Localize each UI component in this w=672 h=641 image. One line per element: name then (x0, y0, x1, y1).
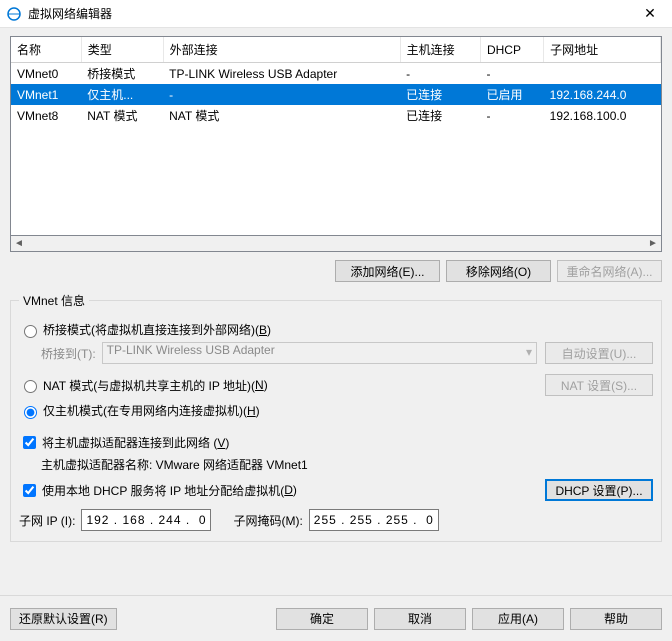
title-bar: 虚拟网络编辑器 ✕ (0, 0, 672, 28)
column-header[interactable]: 名称 (11, 37, 81, 63)
vmnet-info-legend: VMnet 信息 (19, 292, 89, 309)
table-cell (544, 63, 661, 85)
column-header[interactable]: DHCP (480, 37, 543, 63)
add-network-button[interactable]: 添加网络(E)... (335, 260, 440, 282)
network-table[interactable]: 名称类型外部连接主机连接DHCP子网地址 VMnet0桥接模式TP-LINK W… (10, 36, 662, 236)
column-header[interactable]: 类型 (81, 37, 163, 63)
table-cell: - (400, 63, 480, 85)
subnet-ip-label: 子网 IP (I): (19, 512, 75, 529)
table-cell: 仅主机... (81, 84, 163, 105)
dhcp-settings-button[interactable]: DHCP 设置(P)... (545, 479, 653, 501)
table-cell: 已连接 (400, 84, 480, 105)
column-header[interactable]: 外部连接 (163, 37, 400, 63)
table-row[interactable]: VMnet1仅主机...-已连接已启用192.168.244.0 (11, 84, 661, 105)
table-cell: NAT 模式 (81, 105, 163, 126)
table-cell: VMnet1 (11, 84, 81, 105)
table-cell: TP-LINK Wireless USB Adapter (163, 63, 400, 85)
app-icon (6, 6, 22, 22)
table-cell: VMnet0 (11, 63, 81, 85)
table-cell: 192.168.100.0 (544, 105, 661, 126)
subnet-mask-input[interactable] (309, 509, 439, 531)
nat-settings-button: NAT 设置(S)... (545, 374, 653, 396)
connect-host-adapter-checkbox[interactable]: 将主机虚拟适配器连接到此网络 (V) (19, 433, 229, 452)
rename-network-button: 重命名网络(A)... (557, 260, 662, 282)
nat-mode-radio[interactable]: NAT 模式(与虚拟机共享主机的 IP 地址)(N) (19, 377, 537, 394)
horizontal-scrollbar[interactable]: ◄ ► (10, 236, 662, 252)
subnet-mask-label: 子网掩码(M): (233, 512, 302, 529)
table-cell: - (480, 63, 543, 85)
table-row[interactable]: VMnet0桥接模式TP-LINK Wireless USB Adapter-- (11, 63, 661, 85)
bottom-button-bar: 还原默认设置(R) 确定 取消 应用(A) 帮助 (0, 595, 672, 641)
table-cell: 192.168.244.0 (544, 84, 661, 105)
table-cell: 桥接模式 (81, 63, 163, 85)
close-button[interactable]: ✕ (628, 0, 672, 28)
scroll-right-icon[interactable]: ► (645, 236, 661, 252)
table-cell: 已启用 (480, 84, 543, 105)
column-header[interactable]: 子网地址 (544, 37, 661, 63)
apply-button[interactable]: 应用(A) (472, 608, 564, 630)
ok-button[interactable]: 确定 (276, 608, 368, 630)
bridge-adapter-combo: TP-LINK Wireless USB Adapter (102, 342, 537, 364)
cancel-button[interactable]: 取消 (374, 608, 466, 630)
host-only-radio[interactable]: 仅主机模式(在专用网络内连接虚拟机)(H) (19, 402, 260, 419)
column-header[interactable]: 主机连接 (400, 37, 480, 63)
table-cell: 已连接 (400, 105, 480, 126)
subnet-ip-input[interactable] (81, 509, 211, 531)
bridge-mode-radio[interactable]: 桥接模式(将虚拟机直接连接到外部网络)(B) (19, 321, 271, 338)
scroll-left-icon[interactable]: ◄ (11, 236, 27, 252)
window-title: 虚拟网络编辑器 (28, 5, 628, 22)
table-cell: - (163, 84, 400, 105)
table-cell: VMnet8 (11, 105, 81, 126)
bridge-to-label: 桥接到(T): (41, 345, 96, 362)
table-cell: - (480, 105, 543, 126)
table-cell: NAT 模式 (163, 105, 400, 126)
host-adapter-name: 主机虚拟适配器名称: VMware 网络适配器 VMnet1 (41, 456, 308, 473)
use-dhcp-checkbox[interactable]: 使用本地 DHCP 服务将 IP 地址分配给虚拟机(D) (19, 481, 537, 500)
vmnet-info-group: VMnet 信息 桥接模式(将虚拟机直接连接到外部网络)(B) 桥接到(T): … (10, 292, 662, 542)
restore-defaults-button[interactable]: 还原默认设置(R) (10, 608, 117, 630)
remove-network-button[interactable]: 移除网络(O) (446, 260, 551, 282)
help-button[interactable]: 帮助 (570, 608, 662, 630)
table-row[interactable]: VMnet8NAT 模式NAT 模式已连接-192.168.100.0 (11, 105, 661, 126)
auto-settings-button: 自动设置(U)... (545, 342, 653, 364)
